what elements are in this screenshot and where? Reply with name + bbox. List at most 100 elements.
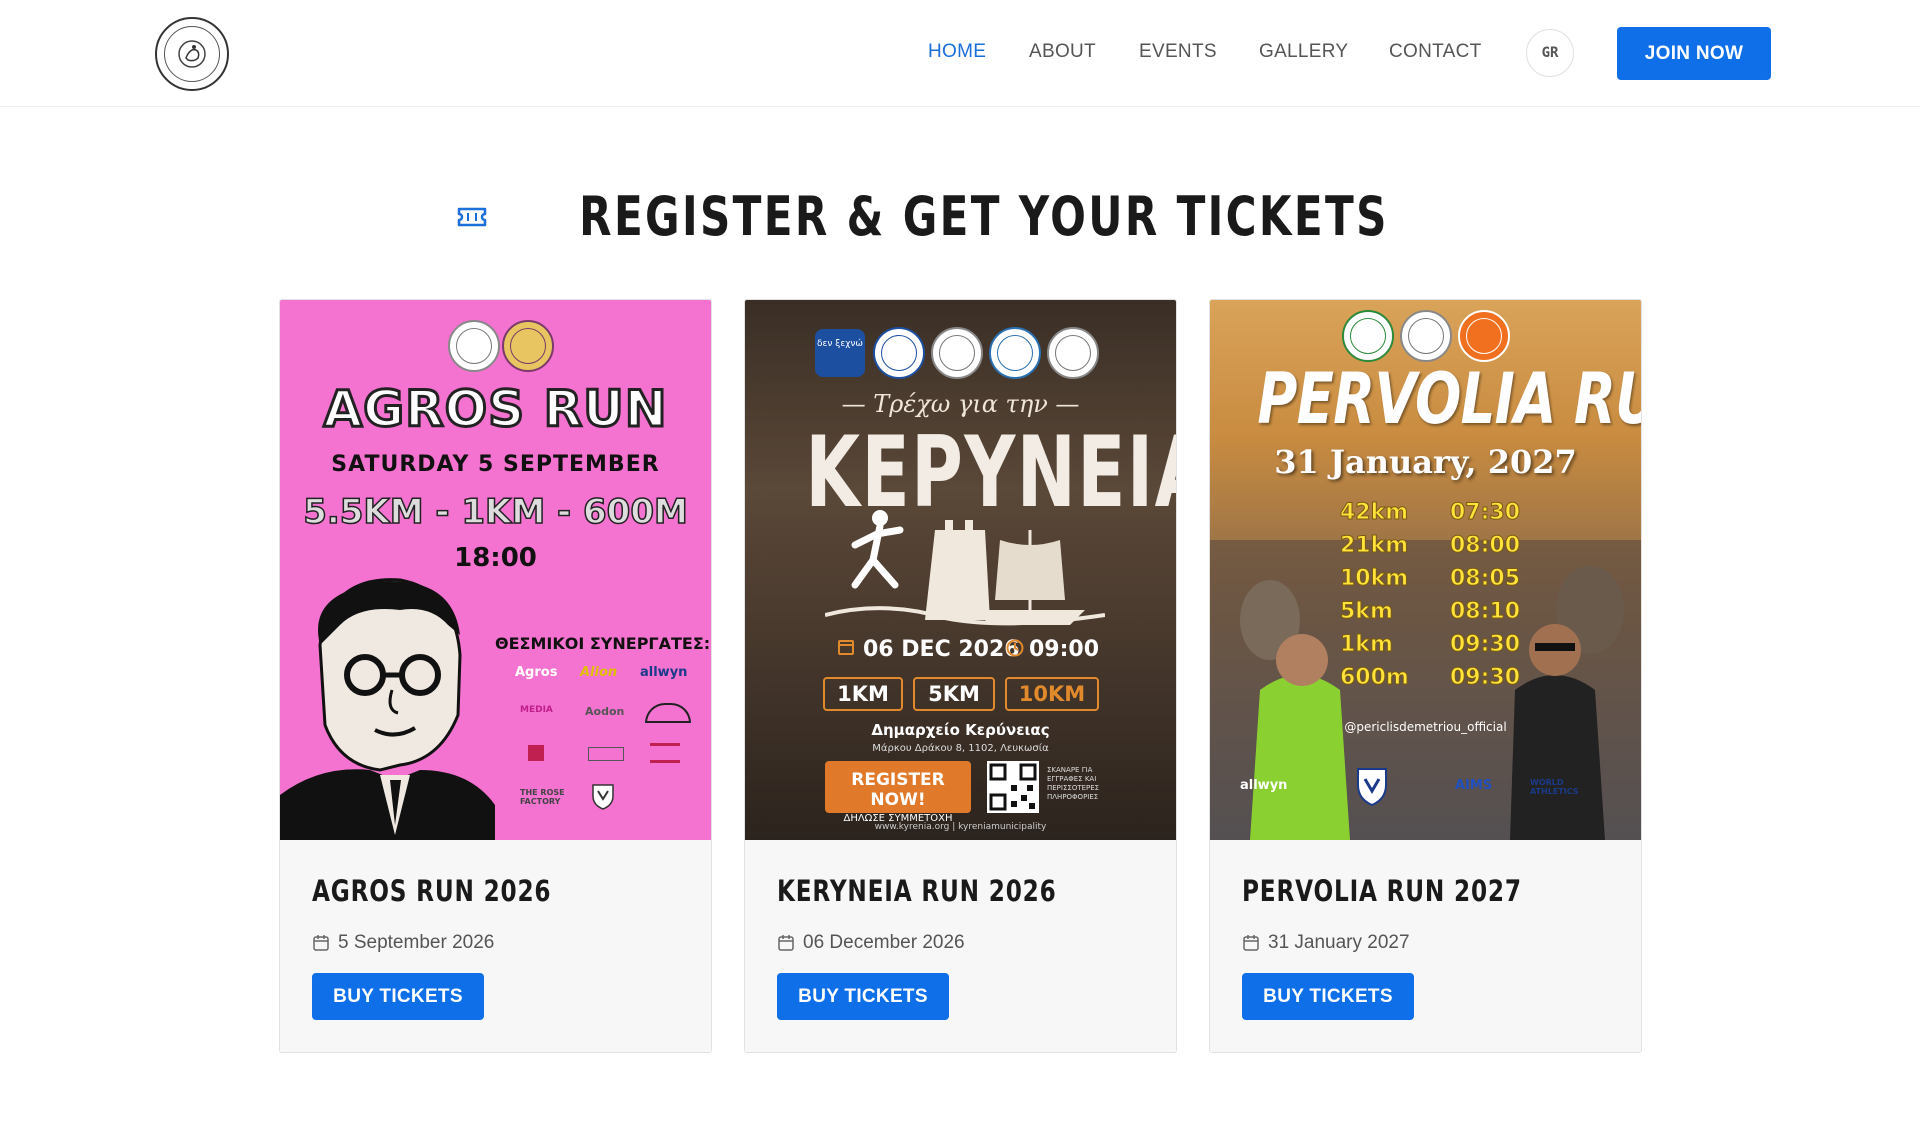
buy-tickets-button[interactable]: BUY TICKETS: [777, 973, 949, 1020]
calendar-icon: [1243, 935, 1259, 951]
section-heading: REGISTER & GET YOUR TICKETS: [0, 185, 1920, 248]
schedule-row: 1km 09:30: [1340, 632, 1521, 658]
poster-handle: @periclisdemetriou_official: [1344, 720, 1507, 734]
sponsor-alion: Alion: [580, 665, 618, 680]
poster-date-line: SATURDAY 5 SEPTEMBER: [331, 452, 660, 477]
schedule-time: 08:05: [1449, 566, 1520, 592]
club-logo[interactable]: [155, 17, 229, 91]
event-poster-agros[interactable]: AGROS RUN SATURDAY 5 SEPTEMBER 5.5KM - 1…: [280, 300, 711, 840]
calendar-icon: [778, 935, 794, 951]
event-title: AGROS RUN 2026: [312, 874, 552, 908]
event-card-keryneia: δεν ξεχνώ — Τρέχω για την — ΚΕΡΥΝΕΙΑ 06 …: [744, 299, 1177, 1053]
sponsor-media: MEDIA: [520, 705, 553, 715]
shield-icon: [1357, 768, 1387, 807]
poster-register-text: REGISTER NOW!: [851, 770, 945, 810]
sponsor-square-icon: [528, 745, 544, 761]
shield-icon: [592, 784, 614, 810]
sponsor-box-icon: [588, 747, 624, 761]
card-body: PERVOLIA RUN 2027 31 January 2027 BUY TI…: [1210, 840, 1641, 1052]
schedule-row: 10km 08:05: [1339, 566, 1520, 592]
poster-place: Δημαρχείο Κερύνειας: [871, 721, 1050, 739]
event-title: KERYNEIA RUN 2026: [777, 874, 1057, 908]
poster-partners-label: ΘΕΣΜΙΚΟΙ ΣΥΝΕΡΓΑΤΕΣ:: [495, 634, 711, 653]
event-date: 5 September 2026: [312, 932, 494, 954]
sponsor-rose-factory: THE ROSE FACTORY: [520, 788, 565, 806]
calendar-icon: [838, 640, 854, 655]
portrait-illustration: [280, 578, 495, 840]
club-badge-icon: [931, 327, 983, 379]
club-badge-icon: [1400, 310, 1452, 362]
sponsor-aims: AIMS: [1455, 778, 1493, 793]
join-now-button[interactable]: JOIN NOW: [1617, 27, 1771, 80]
card-body: KERYNEIA RUN 2026 06 December 2026 BUY T…: [745, 840, 1176, 1052]
schedule-distance: 600m: [1340, 665, 1410, 691]
nav-gallery[interactable]: GALLERY: [1259, 41, 1348, 63]
clock-icon: [1006, 639, 1024, 657]
club-badge-icon: [448, 320, 500, 372]
schedule-time: 08:00: [1449, 533, 1520, 559]
sponsor-lines-icon: [650, 743, 680, 763]
poster-headline: PERVOLIA RUN: [1257, 358, 1641, 440]
poster-date-line: 06 DEC 2026: [863, 637, 1020, 662]
poster-distance-5km: 5KM: [913, 677, 995, 711]
event-card-agros: AGROS RUN SATURDAY 5 SEPTEMBER 5.5KM - 1…: [279, 299, 712, 1053]
sponsor-aodon: Aodon: [585, 705, 625, 718]
nav-events[interactable]: EVENTS: [1139, 41, 1217, 63]
event-date-text: 31 January 2027: [1268, 932, 1410, 953]
event-date: 31 January 2027: [1242, 932, 1410, 954]
schedule-time: 07:30: [1449, 500, 1520, 526]
poster-headline: AGROS RUN: [322, 379, 668, 440]
qr-code-icon: [987, 761, 1039, 813]
running-club-badge-icon: [1458, 310, 1510, 362]
event-poster-keryneia[interactable]: δεν ξεχνώ — Τρέχω για την — ΚΕΡΥΝΕΙΑ 06 …: [745, 300, 1176, 840]
eagle-badge-icon: [1047, 327, 1099, 379]
buy-tickets-button[interactable]: BUY TICKETS: [312, 973, 484, 1020]
schedule-distance: 10km: [1339, 566, 1409, 592]
sponsor-arch-icon: [645, 703, 691, 723]
event-date-text: 06 December 2026: [803, 932, 965, 953]
poster-subtitle: — Τρέχω για την —: [841, 390, 1080, 418]
poster-address: Μάρκου Δράκου 8, 1102, Λευκωσία: [872, 743, 1049, 754]
site-header: HOME ABOUT EVENTS GALLERY CONTACT GR JOI…: [0, 0, 1920, 107]
schedule-time: 09:30: [1449, 665, 1520, 691]
schedule-row: 600m 09:30: [1340, 665, 1521, 691]
association-badge-icon: [989, 327, 1041, 379]
poster-scan-text: ΣΚΑΝΑΡΕ ΓΙΑ ΕΓΓΡΑΦΕΣ ΚΑΙ ΠΕΡΙΣΣΟΤΕΡΕΣ ΠΛ…: [1047, 766, 1100, 801]
schedule-row: 42km 07:30: [1339, 500, 1520, 526]
municipality-badge-icon: [1342, 310, 1394, 362]
event-poster-pervolia[interactable]: PERVOLIA RUN 31 January, 2027 42km07:30 …: [1210, 300, 1641, 840]
poster-time: 09:00: [1029, 637, 1100, 662]
schedule-row: 5km 08:10: [1340, 599, 1521, 625]
schedule-time: 09:30: [1449, 632, 1520, 658]
schedule-distance: 5km: [1340, 599, 1394, 625]
schedule-distance: 1km: [1340, 632, 1394, 658]
language-toggle-button[interactable]: GR: [1526, 29, 1574, 77]
event-title: PERVOLIA RUN 2027: [1242, 874, 1522, 908]
event-date-text: 5 September 2026: [338, 932, 495, 953]
poster-distances: 5.5KM - 1KM - 600M: [302, 491, 688, 533]
poster-register-badge: REGISTER NOW! ΔΗΛΩΣΕ ΣΥΜΜΕΤΟΧΗ: [825, 761, 971, 824]
poster-date-line: 31 January, 2027: [1274, 443, 1577, 481]
ticket-icon: [457, 207, 487, 226]
nav-home[interactable]: HOME: [928, 41, 986, 63]
calendar-icon: [313, 935, 329, 951]
badge-dont-forget: δεν ξεχνώ: [815, 329, 865, 377]
schedule-row: 21km 08:00: [1339, 533, 1520, 559]
sponsor-world-athletics: WORLD ATHLETICS: [1530, 778, 1579, 796]
poster-distance-1km: 1KM: [823, 677, 903, 711]
schedule-time: 08:10: [1449, 599, 1520, 625]
sponsor-allwyn: allwyn: [640, 665, 688, 680]
nav-contact[interactable]: CONTACT: [1389, 41, 1482, 63]
nav-about[interactable]: ABOUT: [1029, 41, 1096, 63]
buy-tickets-button[interactable]: BUY TICKETS: [1242, 973, 1414, 1020]
poster-footer: www.kyrenia.org | kyreniamunicipality: [874, 822, 1047, 832]
schedule-distance: 42km: [1339, 500, 1409, 526]
event-card-pervolia: PERVOLIA RUN 31 January, 2027 42km07:30 …: [1209, 299, 1642, 1053]
castle-ship-illustration: [825, 510, 1105, 626]
schedule-distance: 21km: [1339, 533, 1409, 559]
sponsor-agros: Agros: [515, 665, 558, 680]
municipality-badge-icon: [502, 320, 554, 372]
page-title: REGISTER & GET YOUR TICKETS: [579, 185, 1389, 248]
card-body: AGROS RUN 2026 5 September 2026 BUY TICK…: [280, 840, 711, 1052]
sponsor-allwyn: allwyn: [1240, 778, 1288, 793]
